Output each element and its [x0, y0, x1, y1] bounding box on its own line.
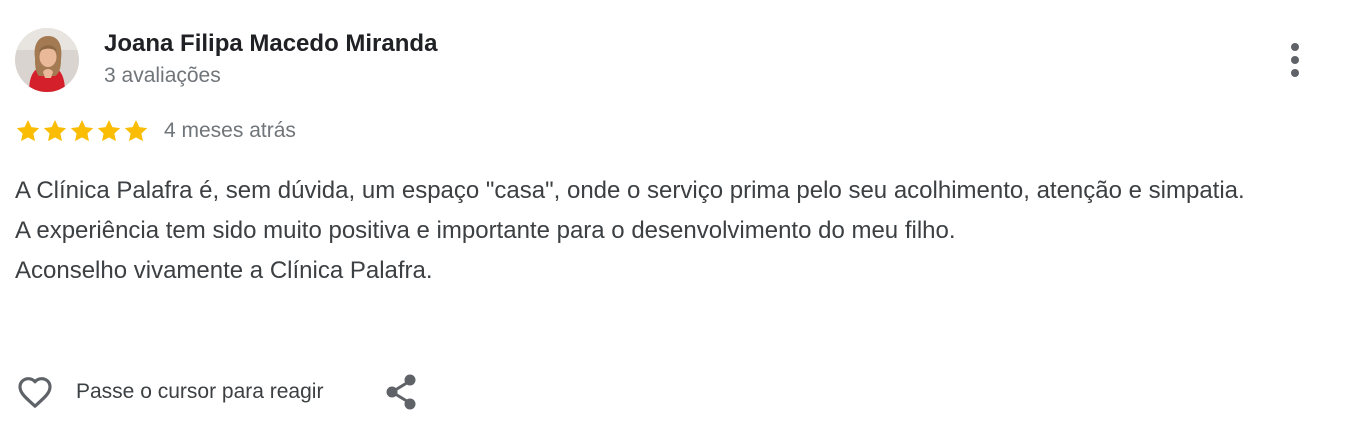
more-options-button[interactable] — [1276, 38, 1314, 82]
like-button[interactable]: Passe o cursor para reagir — [15, 372, 323, 412]
review-text-line: A Clínica Palafra é, sem dúvida, um espa… — [15, 177, 1245, 204]
review-text-line: A experiência tem sido muito positiva e … — [15, 217, 956, 244]
share-button[interactable] — [383, 372, 419, 412]
heart-outline-icon — [18, 377, 52, 408]
review-text-line: Aconselho vivamente a Clínica Palafra. — [15, 257, 433, 284]
more-vert-icon — [1291, 43, 1299, 77]
like-button-label: Passe o cursor para reagir — [76, 380, 324, 403]
reviewer-review-count[interactable]: 3 avaliações — [104, 64, 221, 88]
star-icon — [43, 119, 67, 142]
review-card: Joana Filipa Macedo Miranda 3 avaliações… — [0, 0, 1351, 438]
avatar-photo — [15, 28, 79, 92]
review-date: 4 meses atrás — [164, 119, 296, 142]
share-icon — [386, 374, 416, 410]
reviewer-name[interactable]: Joana Filipa Macedo Miranda — [104, 30, 437, 58]
star-rating — [15, 118, 149, 144]
rating-row: 4 meses atrás — [15, 117, 296, 145]
review-text: A Clínica Palafra é, sem dúvida, um espa… — [15, 171, 1335, 291]
avatar[interactable] — [15, 28, 79, 92]
star-icon — [70, 119, 94, 142]
star-icon — [97, 119, 121, 142]
star-icon — [124, 119, 148, 142]
review-actions: Passe o cursor para reagir — [15, 372, 419, 412]
star-icon — [16, 119, 40, 142]
